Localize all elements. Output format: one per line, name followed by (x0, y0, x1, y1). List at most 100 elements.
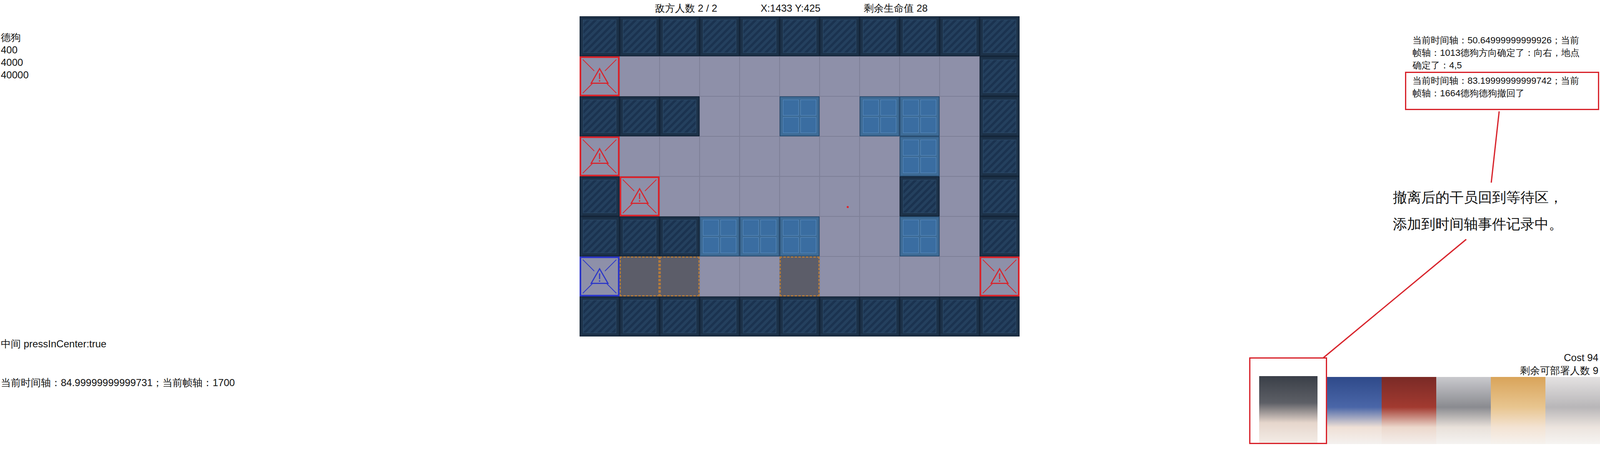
operator-portrait (1381, 376, 1437, 444)
map-tile[interactable] (979, 256, 1020, 297)
game-map[interactable] (579, 16, 1020, 337)
map-tile[interactable] (939, 16, 980, 57)
map-tile[interactable] (979, 176, 1020, 217)
map-tile[interactable] (859, 16, 900, 57)
map-tile[interactable] (939, 176, 980, 217)
operator-card[interactable] (1249, 357, 1328, 444)
operator-card[interactable] (1436, 376, 1491, 444)
map-tile[interactable] (939, 96, 980, 137)
map-tile[interactable] (619, 16, 660, 57)
map-tile[interactable] (579, 16, 620, 57)
map-tile[interactable] (939, 56, 980, 97)
map-tile[interactable] (659, 216, 700, 257)
map-tile[interactable] (699, 216, 740, 257)
map-tile[interactable] (819, 256, 860, 297)
map-tile[interactable] (779, 56, 820, 97)
map-tile[interactable] (699, 256, 740, 297)
map-tile[interactable] (739, 256, 780, 297)
map-tile[interactable] (619, 256, 660, 297)
map-tile[interactable] (699, 176, 740, 217)
map-tile[interactable] (779, 176, 820, 217)
map-tile[interactable] (779, 16, 820, 57)
map-tile[interactable] (659, 176, 700, 217)
log-entry: 当前时间轴：83.19999999999742；当前帧轴：1664德狗德狗撤回了 (1405, 71, 1600, 110)
map-tile[interactable] (739, 176, 780, 217)
map-tile[interactable] (899, 256, 940, 297)
map-tile[interactable] (979, 296, 1020, 337)
map-tile[interactable] (859, 176, 900, 217)
map-tile[interactable] (779, 216, 820, 257)
map-tile[interactable] (979, 96, 1020, 137)
map-tile[interactable] (619, 96, 660, 137)
map-tile[interactable] (699, 136, 740, 177)
map-tile[interactable] (899, 56, 940, 97)
map-tile[interactable] (659, 256, 700, 297)
map-tile[interactable] (699, 16, 740, 57)
map-tile[interactable] (819, 56, 860, 97)
map-tile[interactable] (899, 96, 940, 137)
operator-card[interactable] (1490, 376, 1546, 444)
map-tile[interactable] (619, 56, 660, 97)
map-tile[interactable] (819, 96, 860, 137)
map-tile[interactable] (579, 56, 620, 97)
map-tile[interactable] (939, 136, 980, 177)
map-tile[interactable] (619, 216, 660, 257)
map-tile[interactable] (579, 296, 620, 337)
map-tile[interactable] (819, 16, 860, 57)
map-tile[interactable] (739, 216, 780, 257)
map-tile[interactable] (859, 96, 900, 137)
map-tile[interactable] (819, 216, 860, 257)
map-tile[interactable] (699, 96, 740, 137)
map-tile[interactable] (699, 296, 740, 337)
map-tile[interactable] (979, 136, 1020, 177)
map-tile[interactable] (939, 256, 980, 297)
map-tile[interactable] (659, 56, 700, 97)
map-tile[interactable] (859, 56, 900, 97)
map-tile[interactable] (779, 96, 820, 137)
map-tile[interactable] (659, 296, 700, 337)
map-tile[interactable] (619, 176, 660, 217)
map-tile[interactable] (739, 16, 780, 57)
map-tile[interactable] (739, 96, 780, 137)
map-tile[interactable] (659, 16, 700, 57)
map-tile[interactable] (859, 216, 900, 257)
map-tile[interactable] (579, 176, 620, 217)
map-tile[interactable] (819, 296, 860, 337)
map-tile[interactable] (979, 216, 1020, 257)
map-tile[interactable] (859, 256, 900, 297)
map-tile[interactable] (979, 16, 1020, 57)
map-tile[interactable] (579, 216, 620, 257)
map-tile[interactable] (579, 136, 620, 177)
map-tile[interactable] (779, 256, 820, 297)
map-tile[interactable] (899, 16, 940, 57)
map-tile[interactable] (779, 136, 820, 177)
map-tile[interactable] (899, 176, 940, 217)
map-tile[interactable] (899, 216, 940, 257)
map-tile[interactable] (939, 296, 980, 337)
operator-card[interactable] (1327, 376, 1382, 444)
wall-block (582, 19, 617, 53)
map-tile[interactable] (739, 296, 780, 337)
map-tile[interactable] (819, 176, 860, 217)
map-tile[interactable] (699, 56, 740, 97)
map-tile[interactable] (659, 96, 700, 137)
map-tile[interactable] (899, 136, 940, 177)
map-tile[interactable] (739, 136, 780, 177)
operator-card[interactable] (1381, 376, 1437, 444)
map-tile[interactable] (779, 296, 820, 337)
map-tile[interactable] (579, 256, 620, 297)
map-tile[interactable] (659, 136, 700, 177)
map-tile[interactable] (859, 136, 900, 177)
map-tile[interactable] (739, 56, 780, 97)
map-tile[interactable] (859, 296, 900, 337)
map-tile[interactable] (819, 136, 860, 177)
map-tile[interactable] (979, 56, 1020, 97)
map-tile[interactable] (619, 136, 660, 177)
map-tile[interactable] (619, 296, 660, 337)
wall-block (942, 19, 977, 53)
map-tile[interactable] (899, 296, 940, 337)
map-tile[interactable] (939, 216, 980, 257)
operator-info: 德狗400400040000 (0, 31, 580, 82)
map-tile[interactable] (579, 96, 620, 137)
operator-card[interactable] (1545, 376, 1600, 444)
